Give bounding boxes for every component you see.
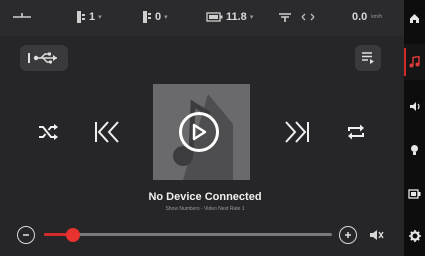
skip-next-icon (285, 121, 309, 143)
status-wifi (278, 9, 315, 25)
nav-battery[interactable] (404, 176, 425, 212)
previous-track-button[interactable] (90, 118, 124, 146)
battery-icon (206, 12, 223, 22)
volume-down-button[interactable] (17, 226, 35, 244)
volume-slider[interactable] (44, 228, 332, 242)
play-button[interactable] (179, 112, 219, 152)
antenna-icon (13, 13, 31, 18)
repeat-button[interactable] (342, 118, 370, 146)
status-bar: 1 ▾ 0 ▾ 11.8 ▾ 0.0 km/h (0, 0, 404, 36)
link-icon (301, 13, 315, 21)
shuffle-icon (39, 124, 58, 140)
nav-light[interactable] (404, 132, 425, 168)
usb-source-button[interactable] (20, 45, 68, 71)
side-nav-rail (404, 0, 425, 256)
status-battery: 11.8 ▾ (206, 9, 253, 25)
playlist-button[interactable] (355, 45, 381, 71)
repeat-icon (348, 124, 364, 140)
speed-unit: km/h (371, 14, 383, 20)
next-track-button[interactable] (280, 118, 314, 146)
minus-icon (23, 234, 29, 236)
light-bulb-icon (411, 145, 418, 155)
nav-settings[interactable] (404, 218, 425, 254)
music-note-icon (409, 56, 420, 68)
skip-previous-icon (95, 121, 119, 143)
volume-up-button[interactable] (339, 226, 357, 244)
temperature-icon (143, 11, 151, 23)
status-gear: 1 ▾ (76, 9, 102, 25)
nav-volume[interactable] (404, 88, 425, 124)
temperature-caret-icon: ▾ (164, 14, 168, 21)
status-temperature: 0 ▾ (142, 9, 168, 25)
speed-value: 0.0 (352, 11, 368, 23)
gear-indicator-icon (77, 11, 85, 23)
track-title: No Device Connected (148, 191, 262, 203)
volume-slider-thumb[interactable] (65, 228, 80, 242)
battery-value: 11.8 (226, 11, 247, 23)
nav-music[interactable] (404, 44, 425, 80)
track-subtitle: Show Numbers - Video Next Rate 1 (165, 206, 245, 212)
gear-icon (408, 230, 421, 242)
usb-icon (28, 52, 57, 64)
play-icon (192, 123, 207, 141)
wifi-icon (279, 13, 291, 22)
battery-icon (408, 189, 421, 199)
battery-caret-icon: ▾ (249, 14, 254, 21)
mute-icon (370, 230, 384, 240)
temperature-value: 0 (155, 11, 162, 23)
status-speed: 0.0 km/h (352, 9, 382, 25)
gear-value: 1 (89, 11, 96, 23)
mute-button[interactable] (366, 226, 386, 244)
gear-caret-icon: ▾ (98, 14, 102, 21)
music-player-screen: 1 ▾ 0 ▾ 11.8 ▾ 0.0 km/h No Device Connec… (0, 0, 425, 256)
speaker-icon (409, 101, 420, 111)
nav-home[interactable] (404, 0, 425, 36)
status-antenna (12, 9, 32, 25)
home-icon (410, 13, 419, 23)
shuffle-button[interactable] (34, 118, 62, 146)
plus-icon (345, 232, 351, 238)
playlist-icon (362, 52, 374, 64)
